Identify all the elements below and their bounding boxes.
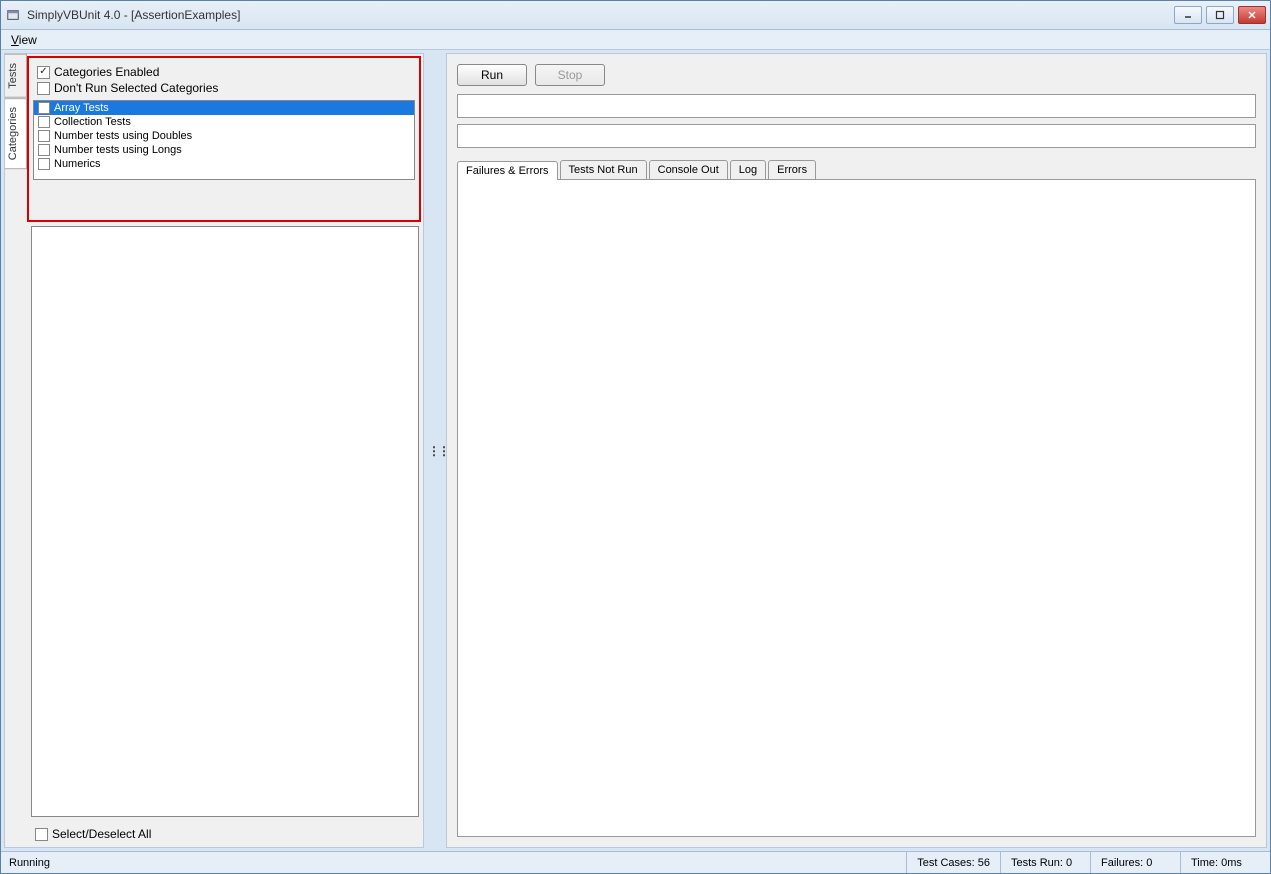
category-item[interactable]: Numerics bbox=[34, 157, 414, 171]
category-options: ✓ Categories Enabled Don't Run Selected … bbox=[29, 58, 419, 100]
left-pane: Tests Categories ✓ Categories Enabled Do… bbox=[4, 53, 424, 848]
category-item-checkbox[interactable] bbox=[38, 158, 50, 170]
maximize-button[interactable] bbox=[1206, 6, 1234, 24]
category-item-label: Collection Tests bbox=[54, 116, 131, 128]
right-pane: Run Stop Failures & Errors Tests Not Run… bbox=[446, 53, 1267, 848]
category-item[interactable]: Array Tests bbox=[34, 101, 414, 115]
progress-bar-2 bbox=[457, 124, 1256, 148]
tab-not-run[interactable]: Tests Not Run bbox=[560, 160, 647, 179]
tab-console[interactable]: Console Out bbox=[649, 160, 728, 179]
minimize-button[interactable] bbox=[1174, 6, 1202, 24]
category-item-checkbox[interactable] bbox=[38, 144, 50, 156]
window-title: SimplyVBUnit 4.0 - [AssertionExamples] bbox=[27, 8, 1174, 22]
select-all-label: Select/Deselect All bbox=[52, 827, 151, 841]
tab-failures[interactable]: Failures & Errors bbox=[457, 161, 558, 180]
splitter[interactable]: ⋮⋮ bbox=[430, 53, 446, 848]
status-failures: Failures: 0 bbox=[1090, 852, 1180, 873]
side-tab-categories[interactable]: Categories bbox=[5, 98, 27, 169]
tree-area[interactable] bbox=[31, 226, 419, 817]
progress-bar-1 bbox=[457, 94, 1256, 118]
categories-enabled-checkbox[interactable]: ✓ bbox=[37, 66, 50, 79]
client-area: Tests Categories ✓ Categories Enabled Do… bbox=[1, 50, 1270, 851]
run-button[interactable]: Run bbox=[457, 64, 527, 86]
statusbar: Running Test Cases: 56 Tests Run: 0 Fail… bbox=[1, 851, 1270, 873]
app-icon bbox=[5, 7, 21, 23]
titlebar[interactable]: SimplyVBUnit 4.0 - [AssertionExamples] bbox=[1, 1, 1270, 30]
side-tabs: Tests Categories bbox=[5, 54, 27, 847]
select-all-checkbox[interactable] bbox=[35, 828, 48, 841]
output-area[interactable] bbox=[457, 179, 1256, 837]
category-item[interactable]: Collection Tests bbox=[34, 115, 414, 129]
status-time: Time: 0ms bbox=[1180, 852, 1270, 873]
categories-enabled-label: Categories Enabled bbox=[54, 65, 159, 79]
stop-button[interactable]: Stop bbox=[535, 64, 605, 86]
categories-panel-highlight: ✓ Categories Enabled Don't Run Selected … bbox=[27, 56, 421, 222]
dont-run-label: Don't Run Selected Categories bbox=[54, 81, 218, 95]
category-list[interactable]: Array Tests Collection Tests Number tests … bbox=[33, 100, 415, 180]
status-test-cases: Test Cases: 56 bbox=[906, 852, 1000, 873]
splitter-grip-icon: ⋮⋮ bbox=[428, 444, 448, 458]
category-item-label: Number tests using Doubles bbox=[54, 130, 192, 142]
category-item-checkbox[interactable] bbox=[38, 116, 50, 128]
left-content: ✓ Categories Enabled Don't Run Selected … bbox=[27, 54, 423, 847]
dont-run-checkbox[interactable] bbox=[37, 82, 50, 95]
menu-view[interactable]: View bbox=[5, 31, 43, 49]
category-item-label: Number tests using Longs bbox=[54, 144, 182, 156]
tab-log[interactable]: Log bbox=[730, 160, 766, 179]
category-item-label: Array Tests bbox=[54, 102, 109, 114]
category-item[interactable]: Number tests using Doubles bbox=[34, 129, 414, 143]
status-state: Running bbox=[1, 857, 906, 869]
side-tab-tests[interactable]: Tests bbox=[5, 54, 27, 98]
tab-errors[interactable]: Errors bbox=[768, 160, 816, 179]
category-item-checkbox[interactable] bbox=[38, 102, 50, 114]
category-item-label: Numerics bbox=[54, 158, 100, 170]
menubar: View bbox=[1, 30, 1270, 50]
category-item-checkbox[interactable] bbox=[38, 130, 50, 142]
app-window: SimplyVBUnit 4.0 - [AssertionExamples] V… bbox=[0, 0, 1271, 874]
category-item[interactable]: Number tests using Longs bbox=[34, 143, 414, 157]
output-tabs: Failures & Errors Tests Not Run Console … bbox=[457, 160, 1256, 179]
status-tests-run: Tests Run: 0 bbox=[1000, 852, 1090, 873]
close-button[interactable] bbox=[1238, 6, 1266, 24]
